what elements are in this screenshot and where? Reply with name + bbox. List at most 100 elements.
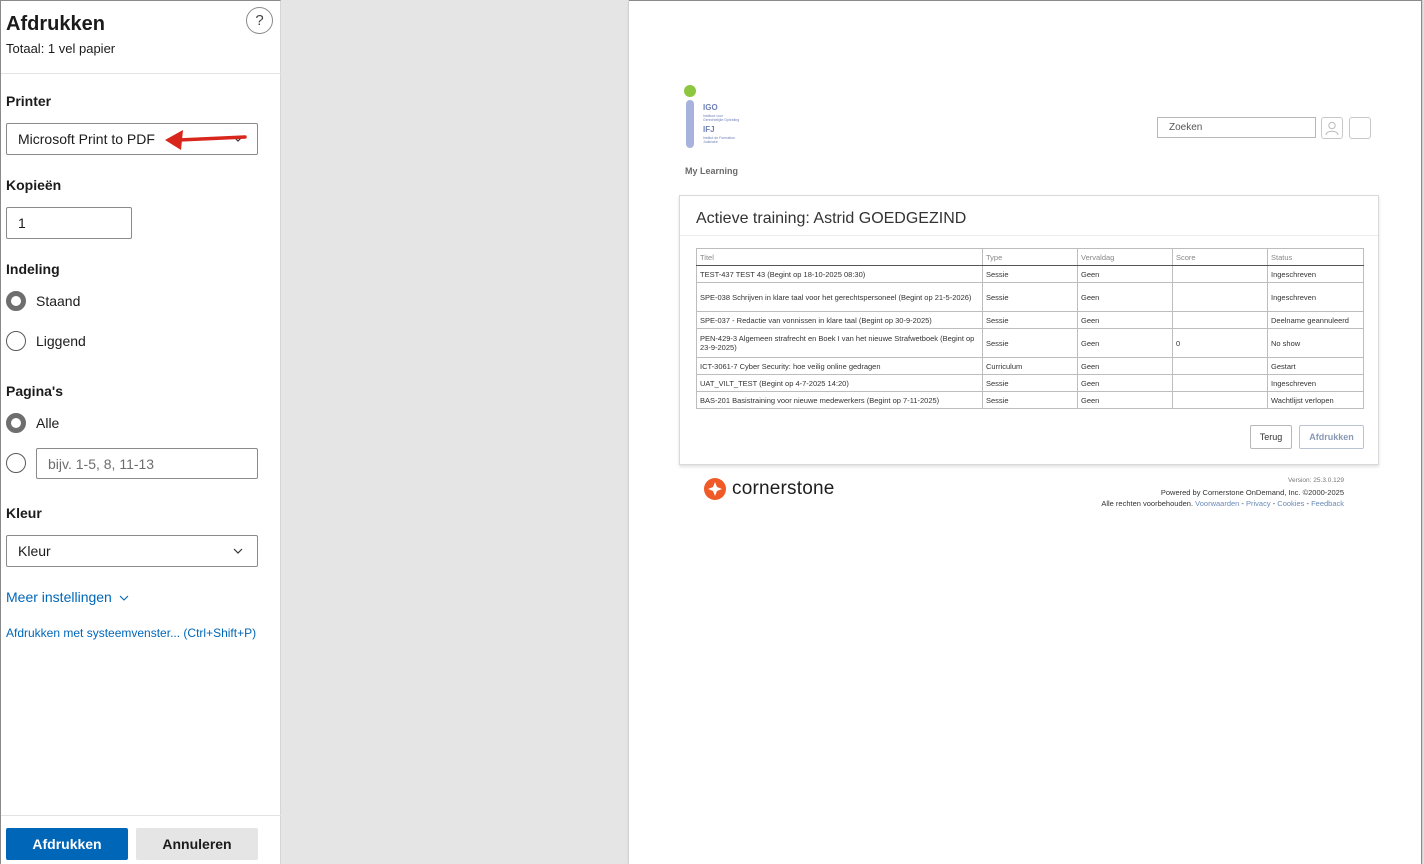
cell-due: Geen	[1077, 374, 1173, 392]
cell-title[interactable]: TEST-437 TEST 43 (Begint op 18-10-2025 0…	[696, 265, 983, 283]
training-table: Titel Type Vervaldag Score Status TEST-4…	[696, 248, 1364, 409]
help-button[interactable]: ?	[246, 7, 273, 34]
svg-text:IGO: IGO	[703, 103, 718, 112]
cell-title[interactable]: BAS-201 Basistraining voor nieuwe medewe…	[696, 391, 983, 409]
printer-select[interactable]: Microsoft Print to PDF	[6, 123, 258, 155]
column-header-type[interactable]: Type	[982, 248, 1078, 266]
radio-icon	[6, 331, 26, 351]
copies-label: Kopieën	[6, 177, 62, 193]
nav-my-learning[interactable]: My Learning	[685, 166, 738, 176]
system-dialog-link[interactable]: Afdrukken met systeemvenster... (Ctrl+Sh…	[6, 626, 256, 640]
color-label: Kleur	[6, 505, 42, 521]
preview-print-button[interactable]: Afdrukken	[1299, 425, 1364, 449]
cell-title[interactable]: SPE-038 Schrijven in klare taal voor het…	[696, 282, 983, 312]
chevron-down-icon	[119, 595, 129, 601]
column-header-title[interactable]: Titel	[696, 248, 983, 266]
print-preview-page: IGO Instituut voor Gerechtelijke Opleidi…	[629, 0, 1422, 864]
cell-score	[1172, 282, 1268, 312]
printer-value: Microsoft Print to PDF	[18, 131, 155, 147]
svg-text:Judiciaire: Judiciaire	[703, 140, 718, 144]
user-button[interactable]	[1321, 117, 1343, 139]
search-input[interactable]: Zoeken	[1157, 117, 1316, 138]
copies-input[interactable]: 1	[6, 207, 132, 239]
pages-range-radio[interactable]	[6, 453, 36, 473]
cell-title[interactable]: SPE-037 - Redactie van vonnissen in klar…	[696, 311, 983, 329]
pages-label: Pagina's	[6, 383, 64, 399]
cell-due: Geen	[1077, 282, 1173, 312]
table-row: SPE-037 - Redactie van vonnissen in klar…	[696, 311, 1364, 329]
table-row: ICT-3061-7 Cyber Security: hoe veilig on…	[696, 357, 1364, 375]
brand-name: cornerstone	[732, 478, 835, 499]
red-arrow-annotation	[165, 130, 247, 150]
training-card: Actieve training: Astrid GOEDGEZIND Tite…	[679, 195, 1379, 465]
dialog-title: Afdrukken	[6, 13, 105, 35]
chevron-down-icon	[233, 548, 243, 554]
cell-score	[1172, 311, 1268, 329]
column-header-due[interactable]: Vervaldag	[1077, 248, 1173, 266]
cell-status: Deelname geannuleerd	[1267, 311, 1364, 329]
link-cookies[interactable]: Cookies	[1277, 499, 1304, 508]
table-row: TEST-437 TEST 43 (Begint op 18-10-2025 0…	[696, 265, 1364, 283]
cell-due: Geen	[1077, 265, 1173, 283]
table-row: PEN-429-3 Algemeen strafrecht en Boek I …	[696, 328, 1364, 358]
print-settings-panel: Afdrukken Totaal: 1 vel papier ? Printer…	[0, 0, 281, 864]
cornerstone-icon	[704, 478, 726, 500]
cell-title[interactable]: ICT-3061-7 Cyber Security: hoe veilig on…	[696, 357, 983, 375]
cell-status: Ingeschreven	[1267, 282, 1364, 312]
table-row: BAS-201 Basistraining voor nieuwe medewe…	[696, 391, 1364, 409]
cell-type: Sessie	[982, 311, 1078, 329]
pages-range-input[interactable]: bijv. 1-5, 8, 11-13	[36, 448, 258, 479]
svg-text:IFJ: IFJ	[703, 125, 715, 134]
radio-selected-icon	[6, 413, 26, 433]
cornerstone-logo: cornerstone	[704, 478, 835, 500]
table-header-row: Titel Type Vervaldag Score Status	[696, 248, 1364, 266]
layout-label: Indeling	[6, 261, 60, 277]
cell-type: Sessie	[982, 374, 1078, 392]
cell-status: Ingeschreven	[1267, 374, 1364, 392]
more-settings-link[interactable]: Meer instellingen	[6, 589, 129, 605]
color-select[interactable]: Kleur	[6, 535, 258, 567]
help-icon: ?	[255, 12, 264, 29]
column-header-score[interactable]: Score	[1172, 248, 1268, 266]
card-title: Actieve training: Astrid GOEDGEZIND	[696, 210, 967, 227]
cell-score	[1172, 357, 1268, 375]
cell-score	[1172, 374, 1268, 392]
cell-title[interactable]: PEN-429-3 Algemeen strafrecht en Boek I …	[696, 328, 983, 358]
powered-by-text: Powered by Cornerstone OnDemand, Inc. ©2…	[1160, 487, 1344, 497]
back-button[interactable]: Terug	[1250, 425, 1292, 449]
cell-status: No show	[1267, 328, 1364, 358]
svg-text:Gerechtelijke Opleiding: Gerechtelijke Opleiding	[703, 118, 739, 122]
layout-portrait-label: Staand	[36, 293, 81, 309]
link-terms[interactable]: Voorwaarden	[1195, 499, 1239, 508]
radio-selected-icon	[6, 291, 26, 311]
print-button[interactable]: Afdrukken	[6, 828, 128, 860]
cell-due: Geen	[1077, 328, 1173, 358]
footer-links-row: Alle rechten voorbehouden. Voorwaarden -…	[1101, 499, 1344, 508]
table-row: UAT_VILT_TEST (Begint op 4-7-2025 14:20)…	[696, 374, 1364, 392]
layout-landscape-radio[interactable]: Liggend	[6, 331, 86, 351]
divider	[680, 235, 1378, 236]
cancel-button[interactable]: Annuleren	[136, 828, 258, 860]
cell-type: Sessie	[982, 265, 1078, 283]
cell-title[interactable]: UAT_VILT_TEST (Begint op 4-7-2025 14:20)	[696, 374, 983, 392]
link-privacy[interactable]: Privacy	[1246, 499, 1271, 508]
cell-due: Geen	[1077, 311, 1173, 329]
menu-button[interactable]	[1349, 117, 1371, 139]
column-header-status[interactable]: Status	[1267, 248, 1364, 266]
sheet-count: Totaal: 1 vel papier	[6, 41, 116, 56]
pages-all-radio[interactable]: Alle	[6, 413, 59, 433]
cell-type: Sessie	[982, 282, 1078, 312]
table-row: SPE-038 Schrijven in klare taal voor het…	[696, 282, 1364, 312]
cell-score	[1172, 265, 1268, 283]
igo-ifj-logo: IGO Instituut voor Gerechtelijke Opleidi…	[684, 85, 739, 148]
layout-portrait-radio[interactable]: Staand	[6, 291, 80, 311]
cell-score	[1172, 391, 1268, 409]
color-value: Kleur	[18, 543, 51, 559]
printer-label: Printer	[6, 93, 52, 109]
pages-all-label: Alle	[36, 415, 60, 431]
link-feedback[interactable]: Feedback	[1311, 499, 1344, 508]
cell-status: Gestart	[1267, 357, 1364, 375]
cell-type: Sessie	[982, 328, 1078, 358]
cell-type: Curriculum	[982, 357, 1078, 375]
rights-text: Alle rechten voorbehouden.	[1101, 499, 1194, 508]
